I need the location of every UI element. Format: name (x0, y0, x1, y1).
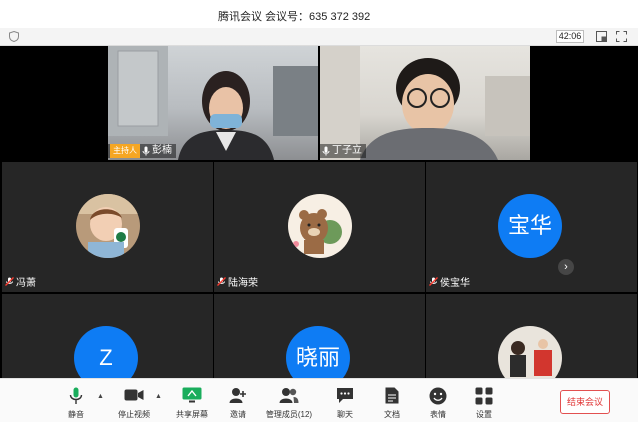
speaker-video-image (320, 46, 530, 160)
participant-tile[interactable]: Z (2, 294, 213, 378)
muted-microphone-icon (5, 277, 14, 286)
speaker-name-tag-2: 丁子立 (320, 144, 366, 158)
speaker-video-2[interactable]: 丁子立 (320, 46, 530, 160)
manage-members-button[interactable]: 管理成员(12) (266, 379, 312, 422)
meeting-toolbar: 静音 ▲ 停止视频 ▲ 共享屏幕 邀请 管理成员(12) 聊天 文档 表情 设置… (0, 378, 638, 422)
chat-icon (337, 388, 353, 403)
settings-label: 设置 (476, 410, 492, 419)
participant-avatar: 宝华 (498, 194, 562, 258)
video-options-caret-icon[interactable]: ▲ (155, 393, 162, 400)
participant-avatar (498, 326, 562, 378)
participant-tile[interactable]: 冯萧 (2, 162, 213, 292)
add-user-icon (229, 388, 246, 403)
participant-name: 侯宝华 (440, 278, 470, 289)
participant-name-tag: 陆海荣 (217, 274, 258, 289)
layout-icon[interactable] (596, 31, 607, 42)
participant-name: 陆海荣 (228, 278, 258, 289)
speaker-name: 丁子立 (332, 145, 362, 156)
title-bar: 腾讯会议 会议号：635 372 392 (0, 0, 638, 28)
participant-tile[interactable]: 陆海荣 (214, 162, 425, 292)
participant-name-tag: 冯萧 (5, 274, 36, 289)
info-bar: 42:06 (0, 28, 638, 46)
muted-microphone-icon (429, 277, 438, 286)
participant-tile[interactable]: 宝华 侯宝华 (426, 162, 637, 292)
speaker-name: 彭楠 (152, 145, 172, 156)
stop-video-button[interactable]: 停止视频 (118, 379, 150, 422)
mute-options-caret-icon[interactable]: ▲ (97, 393, 104, 400)
fullscreen-icon[interactable] (616, 31, 627, 42)
participant-name: 冯萧 (16, 278, 36, 289)
participant-avatar (288, 194, 352, 258)
participant-avatar: Z (74, 326, 138, 378)
document-icon (385, 387, 399, 404)
microphone-icon (69, 387, 83, 404)
end-meeting-button[interactable]: 结束会议 (560, 390, 610, 414)
chat-button[interactable]: 聊天 (331, 379, 359, 422)
participant-avatar: 晓丽 (286, 326, 350, 378)
next-page-icon[interactable]: › (558, 259, 574, 275)
participant-tile[interactable] (426, 294, 637, 378)
video-stage: 主持人 彭楠 丁子立 冯萧 陆海荣 宝华 侯宝华 › Z 晓丽 (0, 46, 638, 378)
settings-button[interactable]: 设置 (470, 379, 498, 422)
grid-settings-icon (475, 387, 493, 405)
shield-icon[interactable] (9, 31, 19, 42)
emoji-icon (429, 387, 447, 405)
meeting-timer: 42:06 (556, 30, 584, 43)
documents-button[interactable]: 文档 (378, 379, 406, 422)
emoji-button[interactable]: 表情 (424, 379, 452, 422)
muted-microphone-icon (217, 277, 226, 286)
microphone-icon (142, 146, 150, 156)
participant-tile[interactable]: 晓丽 (214, 294, 425, 378)
members-icon (279, 388, 299, 403)
speaker-name-tag-1: 主持人 彭楠 (108, 144, 176, 158)
microphone-icon (322, 146, 330, 156)
participant-avatar (76, 194, 140, 258)
invite-button[interactable]: 邀请 (224, 379, 252, 422)
speaker-video-image (108, 46, 318, 160)
share-screen-button[interactable]: 共享屏幕 (176, 379, 208, 422)
mute-button[interactable]: 静音 (62, 379, 90, 422)
window-title: 腾讯会议 会议号：635 372 392 (218, 11, 371, 23)
video-camera-icon (124, 389, 144, 401)
share-screen-icon (182, 387, 202, 403)
participant-name-tag: 侯宝华 (429, 274, 470, 289)
host-badge: 主持人 (110, 144, 140, 158)
speaker-video-1[interactable]: 主持人 彭楠 (108, 46, 318, 160)
